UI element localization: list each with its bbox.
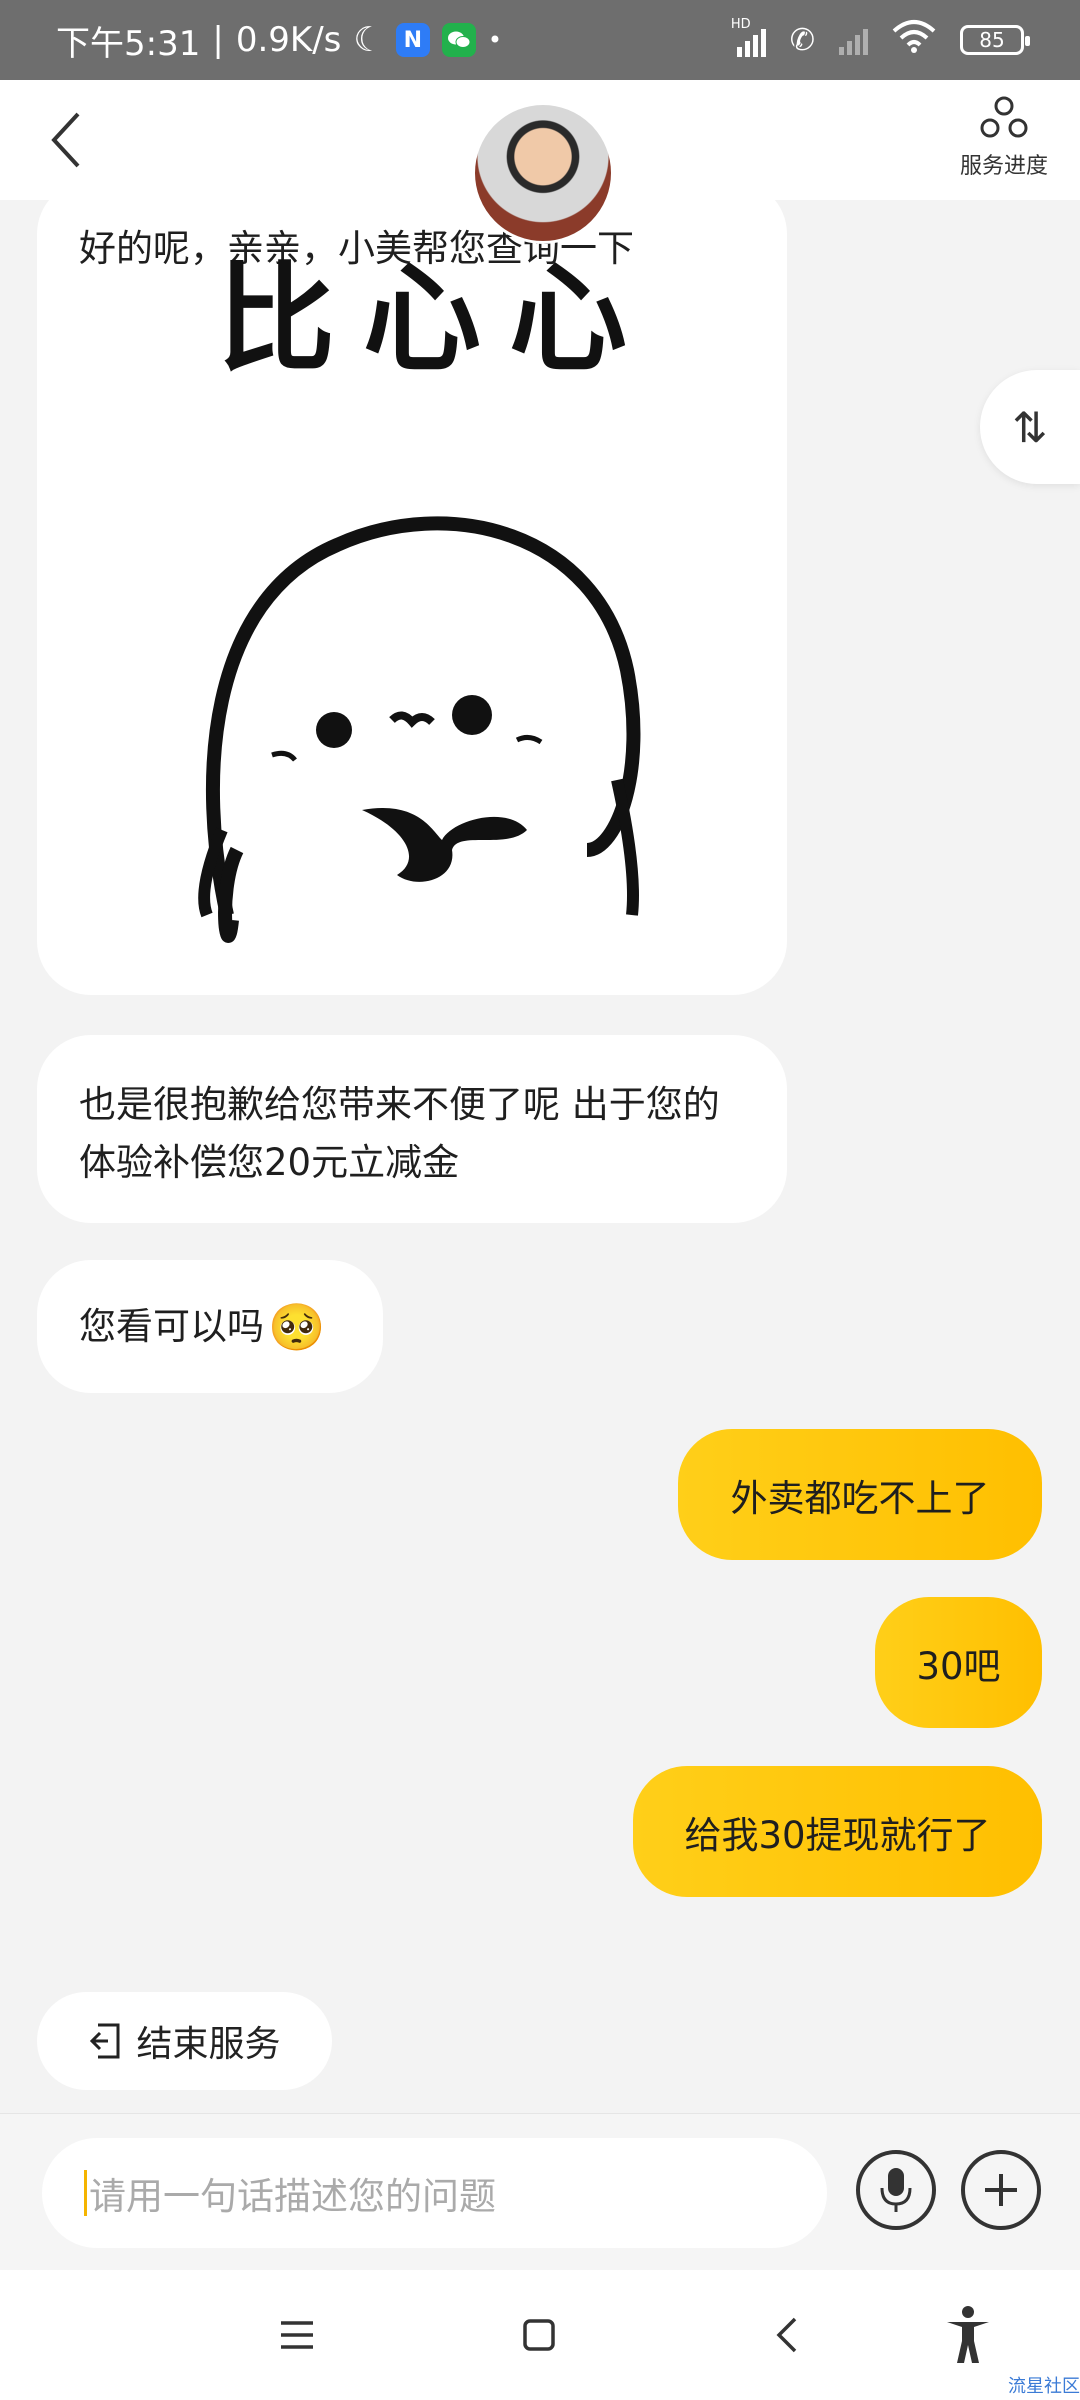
- accessibility-icon: [947, 2306, 989, 2363]
- message-bubble-user: 外卖都吃不上了: [678, 1429, 1042, 1560]
- voice-button[interactable]: [856, 2150, 936, 2230]
- home-nav-button[interactable]: [504, 2300, 574, 2370]
- home-square-icon: [523, 2319, 555, 2351]
- battery-icon: 85: [960, 25, 1030, 55]
- message-input[interactable]: 请用一句话描述您的问题: [42, 2138, 827, 2248]
- message-text: 外卖都吃不上了: [730, 1476, 990, 1520]
- message-text: 给我30提现就行了: [684, 1813, 991, 1857]
- plus-icon: [985, 2174, 1017, 2206]
- order-toggle-button[interactable]: ⇅: [980, 370, 1080, 484]
- text-caret: [84, 2170, 87, 2216]
- status-bar: 下午5:31 | 0.9K/s ☾ N • HD ✆ 85: [0, 0, 1080, 80]
- add-button[interactable]: [961, 2150, 1041, 2230]
- status-time: 下午5:31: [56, 23, 201, 64]
- message-text: 也是很抱歉给您带来不便了呢 出于您的体验补偿您20元立减金: [79, 1083, 720, 1184]
- service-progress-label: 服务进度: [959, 154, 1048, 179]
- menu-icon: [281, 2321, 313, 2349]
- input-placeholder: 请用一句话描述您的问题: [89, 2175, 496, 2218]
- message-bubble-agent: 好的呢，亲亲，小美帮您查询一下 比心心: [37, 180, 787, 995]
- back-nav-icon: [776, 2317, 797, 2353]
- message-text: 30吧: [916, 1644, 1001, 1688]
- wechat-icon: [441, 23, 476, 57]
- sticker-text: 比心心: [217, 250, 656, 388]
- dot-icon: •: [487, 26, 503, 54]
- message-bubble-user: 30吧: [875, 1597, 1042, 1728]
- heart-gesture-sticker: [198, 516, 641, 943]
- swap-arrows-icon: ⇅: [1012, 402, 1048, 452]
- notification-app-icon: N: [395, 23, 430, 57]
- wifi-icon: [892, 19, 936, 62]
- end-service-button[interactable]: 结束服务: [37, 1992, 332, 2090]
- watermark-text: 流星社区: [1008, 2376, 1080, 2397]
- message-text: 您看可以吗: [79, 1304, 264, 1348]
- accessibility-button[interactable]: [933, 2300, 1003, 2370]
- microphone-icon: [880, 2168, 912, 2212]
- signal-off-icon: [839, 25, 868, 55]
- system-nav-bar: 流星社区: [0, 2270, 1080, 2400]
- status-separator: |: [212, 20, 224, 60]
- back-button[interactable]: [30, 104, 102, 176]
- agent-avatar[interactable]: [472, 102, 614, 244]
- exit-icon: [90, 2023, 120, 2059]
- service-progress-icon: [980, 96, 1028, 138]
- pleading-face-emoji: 🥺: [268, 1299, 326, 1354]
- back-arrow-icon: [51, 112, 80, 168]
- call-off-icon: ✆: [789, 22, 815, 58]
- moon-icon: ☾: [353, 20, 384, 60]
- message-bubble-agent: 也是很抱歉给您带来不便了呢 出于您的体验补偿您20元立减金: [37, 1035, 787, 1223]
- back-nav-button[interactable]: [752, 2300, 822, 2370]
- end-service-label: 结束服务: [136, 2024, 281, 2065]
- network-speed: 0.9K/s: [235, 20, 342, 60]
- message-bubble-agent: 您看可以吗 🥺: [37, 1260, 383, 1393]
- signal-hd-icon: HD: [731, 17, 766, 57]
- input-bar: 请用一句话描述您的问题: [0, 2113, 1080, 2271]
- menu-nav-button[interactable]: [262, 2300, 332, 2370]
- message-bubble-user: 给我30提现就行了: [633, 1766, 1042, 1897]
- service-progress-button[interactable]: 服务进度: [944, 96, 1064, 180]
